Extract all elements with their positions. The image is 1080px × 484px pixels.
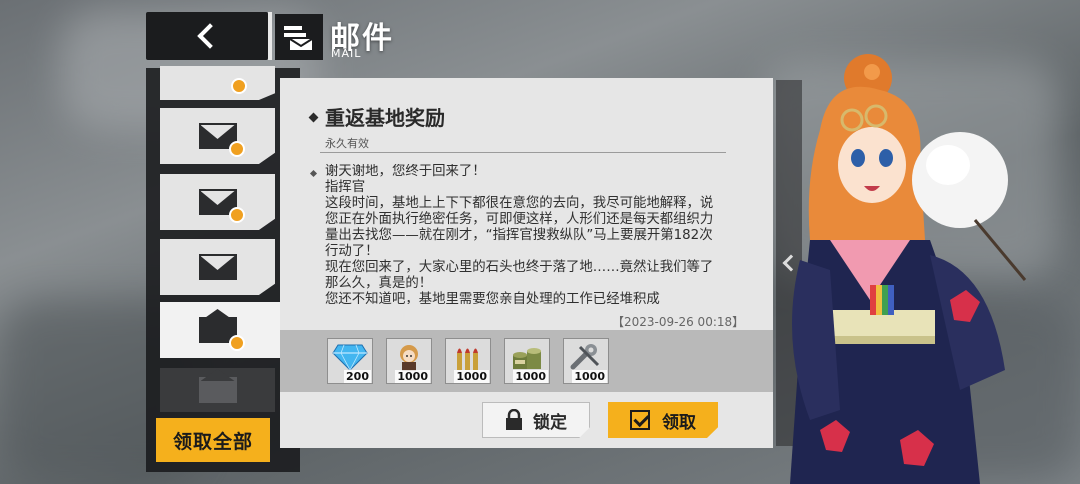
attachment-clip-icon (230, 78, 247, 94)
attachment-clip-icon (228, 335, 245, 351)
page-subtitle: MAIL (331, 47, 362, 60)
attachment-clip-icon (228, 207, 245, 223)
ammo-icon (457, 348, 478, 370)
diamond-icon (332, 344, 368, 371)
character-illustration (790, 54, 1027, 484)
mail-date: 【2023-09-26 00:18】 (612, 315, 745, 329)
reward-item[interactable]: 1000 (445, 338, 491, 384)
mail-title: 重返基地奖励 (325, 106, 445, 130)
title-divider (320, 152, 726, 153)
envelope-open-icon (198, 377, 237, 403)
reward-quantity: 200 (344, 370, 371, 383)
envelope-open-icon (198, 317, 245, 351)
lock-button[interactable]: 锁定 (482, 402, 590, 438)
mail-stack-icon (275, 14, 323, 60)
mail-validity: 永久有效 (325, 137, 369, 150)
reward-quantity: 1000 (572, 370, 607, 383)
attachment-clip-icon (228, 141, 245, 157)
doll-chibi-icon (400, 345, 418, 371)
envelope-icon (199, 76, 247, 94)
mail-list-item[interactable] (160, 66, 275, 100)
claim-all-button[interactable]: 领取全部 (156, 418, 270, 462)
chevron-left-icon (197, 23, 223, 49)
envelope-icon (198, 189, 245, 223)
lock-label: 锁定 (533, 412, 567, 433)
ration-can-icon (513, 348, 541, 369)
mail-list-item[interactable] (160, 239, 275, 295)
reward-item[interactable]: 1000 (504, 338, 550, 384)
reward-quantity: 1000 (513, 370, 548, 383)
mail-list-item[interactable] (160, 174, 275, 230)
checkbox-icon (630, 410, 650, 430)
claim-button[interactable]: 领取 (608, 402, 718, 438)
mail-list-item[interactable] (160, 368, 275, 412)
reward-item[interactable]: 1000 (386, 338, 432, 384)
mail-body-text[interactable]: 谢天谢地，您终于回来了！ 指挥官 这段时间，基地上上下下都很在意您的去向，我尽可… (325, 164, 725, 304)
mail-list-item[interactable] (160, 108, 275, 164)
reward-item[interactable]: 1000 (563, 338, 609, 384)
envelope-icon (198, 123, 245, 157)
reward-item[interactable]: 200 (327, 338, 373, 384)
header-divider (268, 12, 272, 60)
parts-wrench-icon (570, 344, 600, 370)
reward-quantity: 1000 (454, 370, 489, 383)
lock-icon (506, 409, 522, 430)
reward-quantity: 1000 (395, 370, 430, 383)
back-button[interactable] (146, 12, 268, 60)
claim-label: 领取 (662, 412, 696, 433)
envelope-icon (198, 254, 237, 280)
